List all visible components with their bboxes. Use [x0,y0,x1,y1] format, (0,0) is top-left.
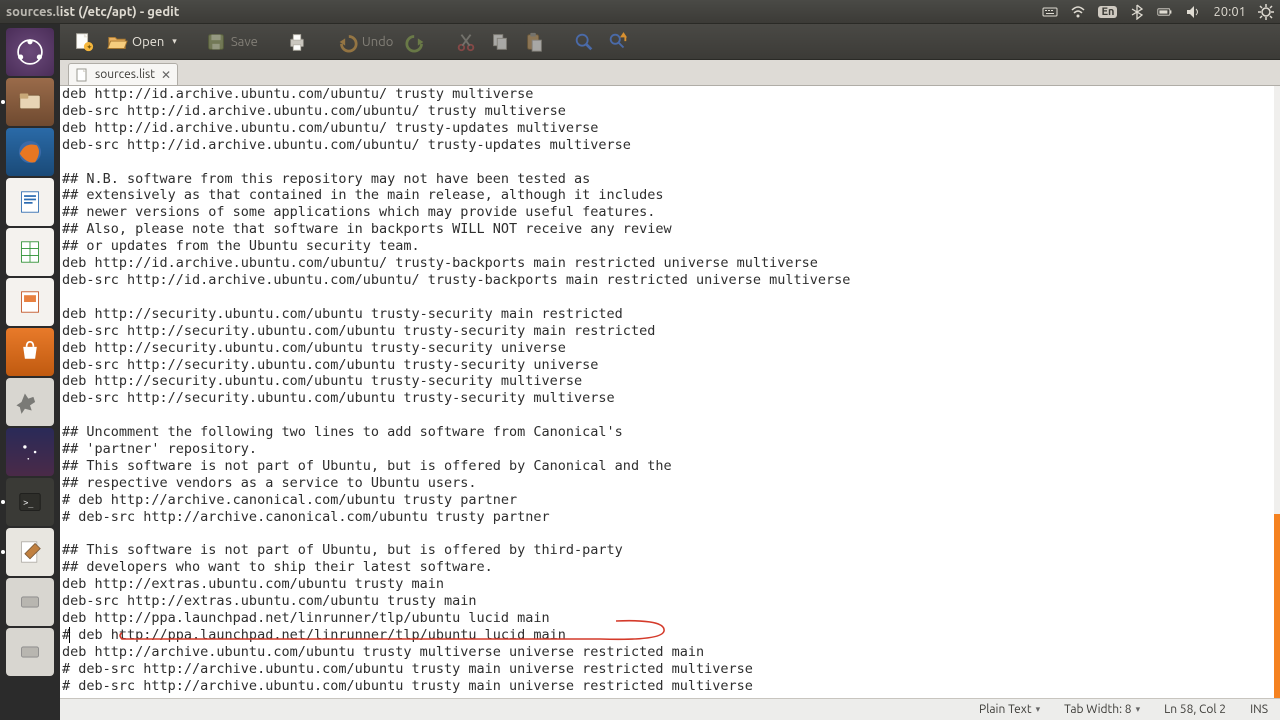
open-label: Open [132,35,164,49]
svg-text:>_: >_ [23,498,34,508]
launcher-settings[interactable] [6,378,54,426]
launcher-firefox[interactable] [6,128,54,176]
save-button[interactable]: Save [201,29,262,55]
launcher-disk1[interactable] [6,578,54,626]
launcher-software-center[interactable] [6,328,54,376]
launcher-ubuntu-dash[interactable] [6,28,54,76]
tab-width-selector[interactable]: Tab Width: 8▾ [1064,703,1140,716]
top-panel: sources.list (/etc/apt) - gedit En 20:01 [0,0,1280,24]
copy-button[interactable] [485,29,515,55]
gedit-toolbar: ✦ Open ▾ Save Undo [60,24,1280,60]
network-wifi-icon[interactable] [1070,4,1086,20]
bluetooth-icon[interactable] [1129,4,1145,20]
launcher-terminal[interactable]: >_ [6,478,54,526]
language-indicator[interactable]: En [1098,6,1117,18]
launcher-impress[interactable] [6,278,54,326]
undo-button[interactable]: Undo [332,29,398,55]
unity-launcher: >_ [0,0,60,720]
launcher-calc[interactable] [6,228,54,276]
clock[interactable]: 20:01 [1213,5,1246,19]
open-recent-dropdown-icon[interactable]: ▾ [172,36,177,47]
launcher-stellarium[interactable] [6,428,54,476]
text-editor[interactable]: deb http://id.archive.ubuntu.com/ubuntu/… [60,86,1274,698]
launcher-writer[interactable] [6,178,54,226]
new-document-button[interactable]: ✦ [68,29,98,55]
battery-icon[interactable] [1157,4,1173,20]
document-tab[interactable]: sources.list ✕ [68,63,178,85]
find-replace-button[interactable] [603,29,633,55]
session-gear-icon[interactable] [1258,4,1274,20]
tab-filename: sources.list [95,68,155,81]
keyboard-indicator-icon[interactable] [1042,4,1058,20]
sound-icon[interactable] [1185,4,1201,20]
syntax-mode-selector[interactable]: Plain Text▾ [979,703,1040,716]
launcher-disk2[interactable] [6,628,54,676]
cursor-position: Ln 58, Col 2 [1164,703,1226,716]
launcher-gedit[interactable] [6,528,54,576]
statusbar: Plain Text▾ Tab Width: 8▾ Ln 58, Col 2 I… [60,698,1280,720]
undo-label: Undo [362,35,394,49]
launcher-files[interactable] [6,78,54,126]
editor-viewport: deb http://id.archive.ubuntu.com/ubuntu/… [60,86,1280,698]
document-tabbar: sources.list ✕ [60,60,1280,86]
print-button[interactable] [282,29,312,55]
document-icon [75,68,89,82]
vertical-scrollbar[interactable] [1274,86,1280,698]
redo-button[interactable] [401,29,431,55]
tab-close-icon[interactable]: ✕ [161,68,171,82]
paste-button[interactable] [519,29,549,55]
insert-mode[interactable]: INS [1250,703,1268,716]
scrollbar-thumb[interactable] [1274,514,1280,698]
svg-text:✦: ✦ [86,43,92,51]
cut-button[interactable] [451,29,481,55]
save-label: Save [231,35,258,49]
find-button[interactable] [569,29,599,55]
open-button[interactable]: Open ▾ [102,29,181,55]
